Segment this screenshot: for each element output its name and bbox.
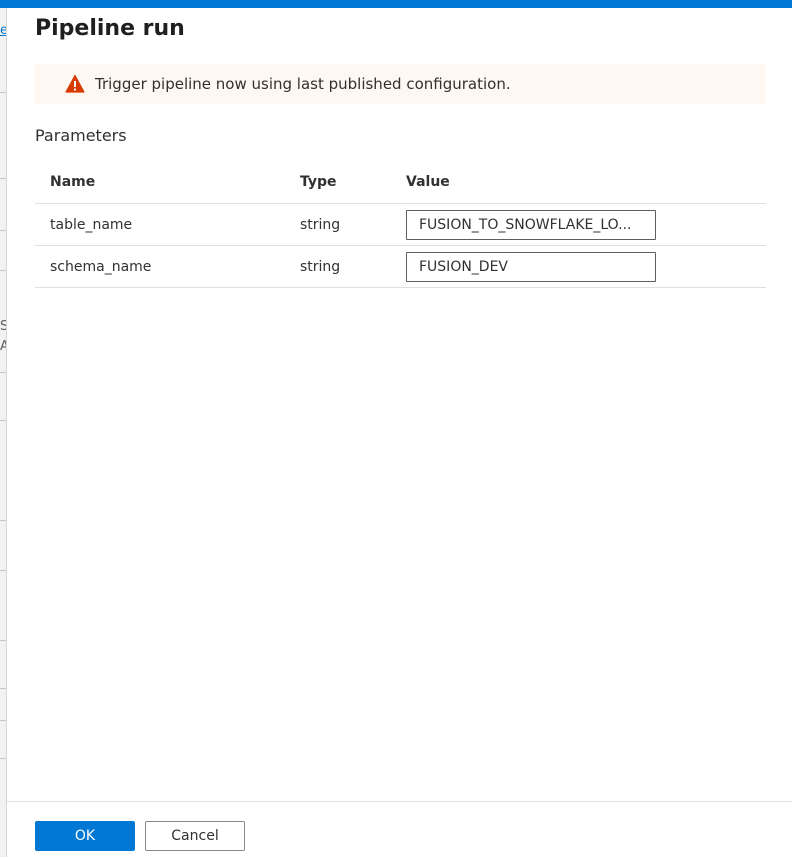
background-divider	[0, 720, 6, 721]
parameter-name: schema_name	[35, 245, 285, 288]
parameter-type: string	[285, 245, 391, 288]
ok-button[interactable]: OK	[35, 821, 135, 851]
background-divider	[0, 230, 6, 231]
warning-text: Trigger pipeline now using last publishe…	[95, 75, 511, 93]
background-page: e S A	[0, 8, 7, 857]
table-name-value-input[interactable]	[406, 209, 656, 240]
background-text-fragment: S	[0, 320, 6, 333]
parameter-type: string	[285, 203, 391, 246]
dialog-title: Pipeline run	[35, 16, 185, 41]
parameters-table: Name Type Value table_name string schema…	[35, 160, 766, 288]
background-divider	[0, 420, 6, 421]
background-divider	[0, 178, 6, 179]
column-header-value: Value	[391, 160, 766, 204]
background-link-fragment: e	[0, 24, 6, 37]
pipeline-run-dialog: Pipeline run Trigger pipeline now using …	[7, 8, 792, 858]
parameters-heading: Parameters	[35, 126, 127, 145]
table-row: schema_name string	[35, 245, 766, 288]
background-divider	[0, 92, 6, 93]
top-accent-bar	[0, 0, 792, 8]
cancel-button[interactable]: Cancel	[145, 821, 245, 851]
parameter-value-cell	[391, 245, 766, 288]
parameter-name: table_name	[35, 203, 285, 246]
column-header-name: Name	[35, 160, 285, 204]
column-header-type: Type	[285, 160, 391, 204]
background-divider	[0, 570, 6, 571]
background-divider	[0, 372, 6, 373]
warning-icon	[65, 74, 85, 93]
dialog-footer: OK Cancel	[7, 801, 792, 858]
background-text-fragment: A	[0, 340, 6, 353]
background-divider	[0, 758, 6, 759]
table-header-row: Name Type Value	[35, 160, 766, 204]
background-divider	[0, 640, 6, 641]
background-divider	[0, 688, 6, 689]
schema-name-value-input[interactable]	[406, 251, 656, 282]
background-divider	[0, 520, 6, 521]
table-row: table_name string	[35, 203, 766, 246]
background-divider	[0, 270, 6, 271]
warning-message-bar: Trigger pipeline now using last publishe…	[35, 64, 765, 104]
parameter-value-cell	[391, 203, 766, 246]
